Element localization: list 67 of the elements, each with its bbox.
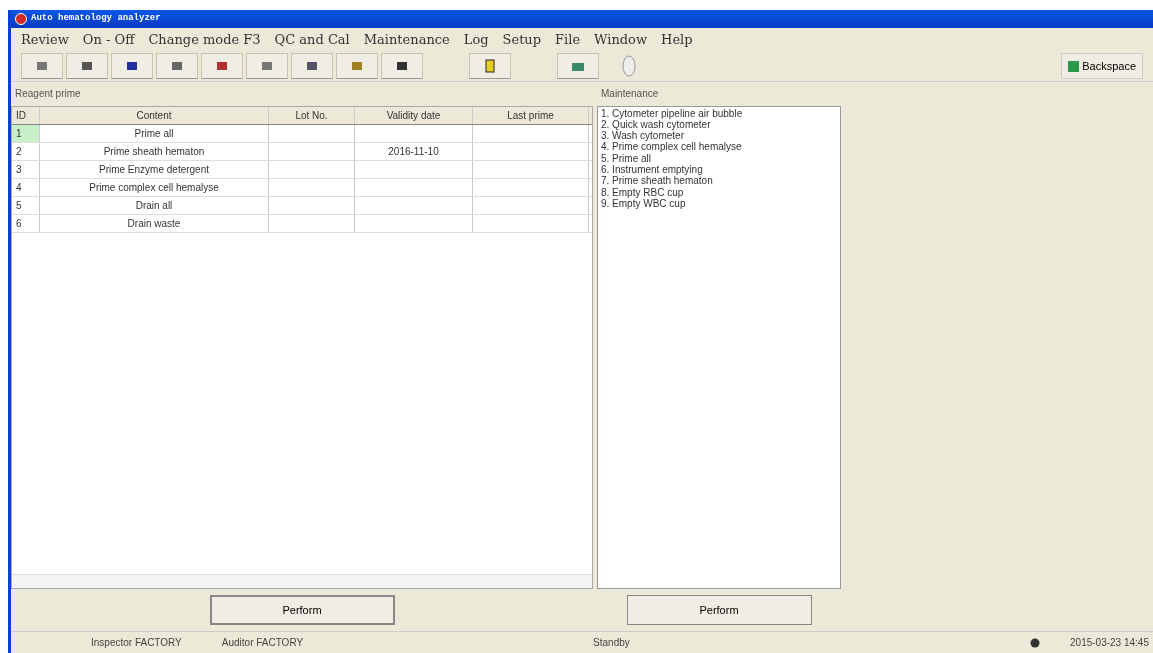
list-item[interactable]: 3. Wash cytometer: [601, 130, 837, 142]
menu-item[interactable]: Help: [661, 30, 693, 50]
toolbar-button[interactable]: [111, 53, 153, 79]
list-item[interactable]: 2. Quick wash cytometer: [601, 118, 837, 131]
toolbar-button[interactable]: [156, 53, 198, 79]
tool-icon: [36, 60, 48, 72]
list-item[interactable]: 9. Empty WBC cup: [601, 197, 837, 210]
column-header[interactable]: Validity date: [355, 106, 473, 124]
perform-button[interactable]: Perform: [209, 595, 395, 625]
table-cell: 3: [12, 160, 40, 178]
table-cell: Drain waste: [40, 214, 269, 232]
menu-item[interactable]: File: [555, 30, 581, 50]
menu-item[interactable]: On - Off: [82, 30, 135, 50]
list-item[interactable]: 7. Prime sheath hematon: [601, 175, 837, 187]
toolbar-button[interactable]: [201, 53, 243, 79]
menu-item[interactable]: Review: [21, 30, 69, 50]
column-header[interactable]: Content: [40, 106, 269, 124]
table-cell: 4: [12, 178, 40, 196]
panel-title: Maintenance: [600, 86, 660, 101]
list-item[interactable]: 1. Cytometer pipeline air bubble: [601, 107, 837, 119]
window-title: Auto hematology analyzer: [31, 12, 161, 26]
table-cell: Prime all: [40, 124, 269, 142]
table-cell: Prime sheath hematon: [40, 142, 269, 160]
list-item[interactable]: 8. Empty RBC cup: [601, 186, 837, 198]
scrollbar[interactable]: [12, 574, 592, 588]
menu-item[interactable]: Setup: [502, 30, 542, 50]
perform-button[interactable]: Perform: [626, 595, 812, 625]
list-item[interactable]: 6. Instrument emptying: [601, 164, 837, 176]
list-item[interactable]: 5. Prime all: [601, 152, 837, 164]
tool-icon: [81, 60, 93, 72]
menu-item[interactable]: Log: [463, 30, 489, 50]
tool-icon: [171, 60, 183, 72]
panel-title: Reagent prime: [14, 86, 82, 101]
tool-icon: [396, 60, 408, 72]
table-cell: 6: [12, 214, 40, 232]
tool-icon: [306, 60, 318, 72]
column-header[interactable]: Lot No.: [269, 106, 355, 124]
menu-item[interactable]: QC and Cal: [274, 30, 350, 50]
tool-icon: [216, 60, 228, 72]
app-icon: [15, 13, 27, 25]
list-item[interactable]: 4. Prime complex cell hemalyse: [601, 141, 837, 153]
column-header[interactable]: ID: [12, 106, 40, 124]
status-text: Inspector FACTORY: [91, 636, 182, 650]
tool-icon: [485, 59, 495, 73]
status-text: Standby: [593, 636, 630, 650]
status-icon: [1030, 637, 1041, 648]
table-cell: Prime Enzyme detergent: [40, 160, 269, 178]
menu-item[interactable]: Change mode F3: [148, 30, 261, 50]
toolbar-button[interactable]: [381, 53, 423, 79]
table-cell: Prime complex cell hemalyse: [40, 178, 269, 196]
tool-icon: [351, 60, 363, 72]
table-cell: Drain all: [40, 196, 269, 214]
table-cell: 2016-11-10: [355, 142, 473, 160]
toolbar-button[interactable]: [66, 53, 108, 79]
column-header[interactable]: Last prime: [473, 106, 589, 124]
table-cell: 5: [12, 196, 40, 214]
status-text: Auditor FACTORY: [221, 636, 304, 650]
menu-item[interactable]: Maintenance: [363, 30, 450, 50]
table-cell: 2: [12, 142, 40, 160]
tool-icon: [571, 60, 585, 72]
status-text: 2015-03-23 14:45: [1070, 636, 1149, 650]
toolbar-button[interactable]: [291, 53, 333, 79]
tool-icon: [261, 60, 273, 72]
backspace-button[interactable]: Backspace: [1061, 53, 1143, 79]
mouse-icon[interactable]: [622, 55, 636, 77]
tool-icon: [126, 60, 138, 72]
menu-item[interactable]: Window: [594, 30, 648, 50]
